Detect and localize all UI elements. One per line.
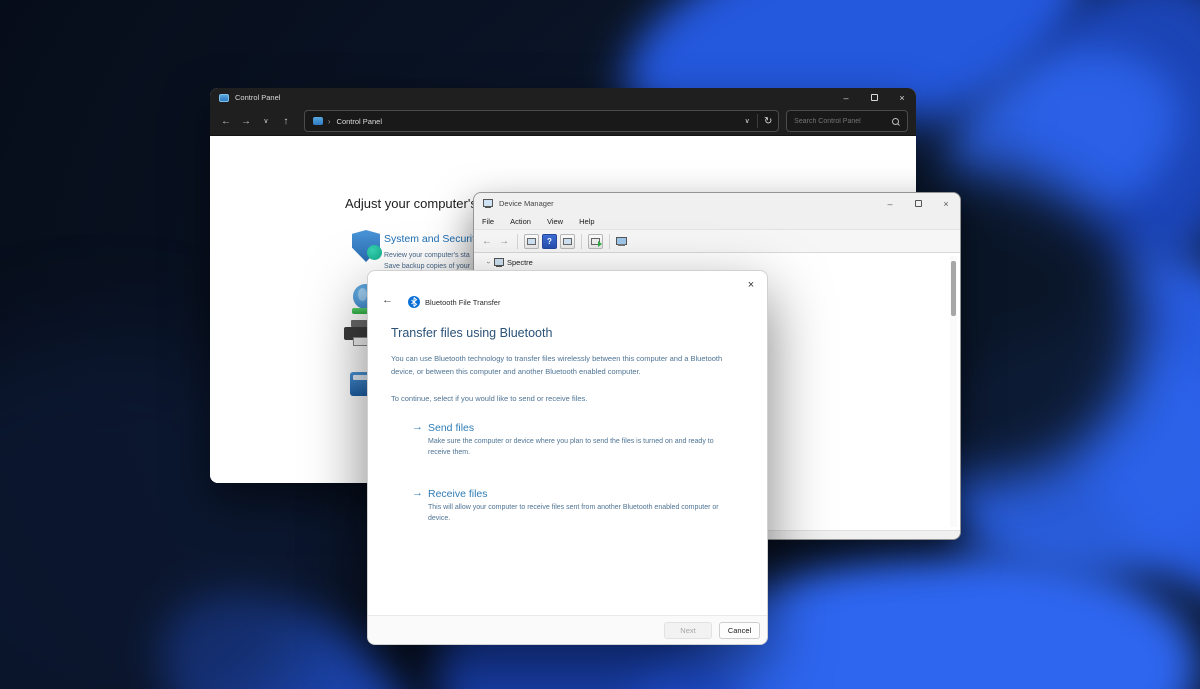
up-icon[interactable]: ↑ — [276, 116, 296, 127]
bluetooth-icon — [408, 296, 420, 308]
minimize-button[interactable]: – — [876, 193, 904, 214]
search-box[interactable] — [786, 110, 908, 132]
system-security-icon[interactable] — [352, 230, 380, 262]
back-icon[interactable]: ← — [216, 116, 236, 127]
close-button[interactable]: × — [932, 193, 960, 214]
divider — [517, 234, 518, 249]
window-title: Control Panel — [235, 93, 280, 102]
device-manager-titlebar[interactable]: Device Manager – × — [474, 193, 960, 214]
toolbar: ← → ? — [474, 230, 960, 253]
close-button[interactable]: × — [888, 88, 916, 107]
tree-row-root[interactable]: › Spectre — [484, 257, 533, 268]
back-icon[interactable]: ← — [382, 294, 393, 306]
console-tree-icon[interactable] — [524, 234, 539, 249]
menu-action[interactable]: Action — [502, 214, 539, 229]
arrow-right-icon: → — [412, 421, 423, 433]
forward-icon[interactable]: → — [236, 116, 256, 127]
close-button[interactable]: × — [742, 276, 760, 294]
address-dropdown-icon[interactable]: ∨ — [737, 117, 757, 125]
receive-files-description: This will allow your computer to receive… — [428, 502, 720, 524]
dialog-app-name: Bluetooth File Transfer — [425, 298, 500, 307]
breadcrumb-icon — [313, 117, 323, 125]
forward-icon[interactable]: → — [497, 236, 511, 247]
scan-hardware-icon[interactable] — [588, 234, 603, 249]
control-panel-app-icon — [219, 94, 229, 102]
dialog-intro-text: You can use Bluetooth technology to tran… — [391, 353, 723, 378]
bluetooth-transfer-dialog: × ← Bluetooth File Transfer Transfer fil… — [367, 270, 768, 645]
maximize-icon — [871, 94, 878, 101]
arrow-right-icon: → — [412, 487, 423, 499]
device-manager-app-icon — [483, 199, 493, 208]
maximize-icon — [915, 200, 922, 207]
help-icon[interactable]: ? — [542, 234, 557, 249]
maximize-button[interactable] — [904, 193, 932, 214]
menu-view[interactable]: View — [539, 214, 571, 229]
scrollbar-thumb[interactable] — [951, 261, 956, 316]
search-icon — [892, 118, 899, 125]
dialog-title: Transfer files using Bluetooth — [391, 326, 552, 340]
tree-label[interactable]: Spectre — [507, 258, 533, 267]
maximize-button[interactable] — [860, 88, 888, 107]
scrollbar[interactable] — [950, 256, 957, 527]
menu-help[interactable]: Help — [571, 214, 602, 229]
desktop: Control Panel – × ← → ∨ ↑ › Control Pane… — [0, 0, 1200, 689]
recent-pages-icon[interactable]: ∨ — [256, 117, 276, 125]
control-panel-navbar: ← → ∨ ↑ › Control Panel ∨ ↻ — [210, 107, 916, 136]
menu-bar: File Action View Help — [474, 214, 960, 230]
back-icon[interactable]: ← — [480, 236, 494, 247]
computer-icon — [494, 258, 504, 267]
cancel-button[interactable]: Cancel — [719, 622, 760, 639]
send-files-description: Make sure the computer or device where y… — [428, 436, 720, 458]
collapse-icon[interactable]: › — [485, 259, 492, 267]
dialog-prompt-text: To continue, select if you would like to… — [391, 393, 723, 406]
properties-icon[interactable] — [560, 234, 575, 249]
review-status-link[interactable]: Review your computer's sta — [384, 250, 480, 261]
refresh-icon[interactable]: ↻ — [758, 116, 778, 127]
crumb-separator: › — [328, 117, 331, 126]
next-button[interactable]: Next — [664, 622, 712, 639]
devices-icon[interactable] — [616, 237, 627, 246]
breadcrumb[interactable]: Control Panel — [337, 117, 382, 126]
search-input[interactable] — [787, 118, 892, 125]
dialog-footer: Next Cancel — [368, 615, 767, 644]
divider — [609, 234, 610, 249]
control-panel-titlebar[interactable]: Control Panel – × — [210, 88, 916, 107]
system-security-link[interactable]: System and Security — [384, 233, 480, 245]
menu-file[interactable]: File — [474, 214, 502, 229]
window-title: Device Manager — [499, 199, 554, 208]
divider — [581, 234, 582, 249]
send-files-link[interactable]: Send files — [428, 422, 474, 434]
receive-files-link[interactable]: Receive files — [428, 488, 488, 500]
minimize-button[interactable]: – — [832, 88, 860, 107]
address-bar[interactable]: › Control Panel ∨ ↻ — [304, 110, 779, 132]
